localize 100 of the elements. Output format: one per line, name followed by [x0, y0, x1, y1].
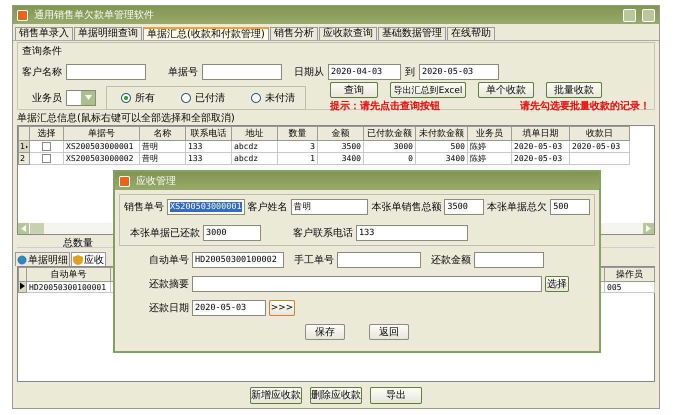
- table-cell: 2020-05-03: [512, 140, 570, 152]
- input-field[interactable]: HD20050300100002: [192, 252, 284, 268]
- table-cell: 133: [186, 152, 232, 164]
- tab[interactable]: 销售分析: [270, 27, 318, 40]
- table-cell: 陈婷: [468, 152, 512, 164]
- field-label: 本张单销售总额: [371, 200, 442, 214]
- table-cell: 3: [278, 140, 318, 152]
- tab[interactable]: 销售单录入: [15, 27, 73, 40]
- input-field[interactable]: [202, 64, 282, 80]
- row-checkbox[interactable]: [42, 142, 51, 151]
- table-cell: 3400: [416, 152, 468, 164]
- choose-button[interactable]: 选择: [545, 276, 569, 292]
- save-button[interactable]: 保存: [305, 324, 345, 340]
- table-cell: XS200503000001: [64, 140, 140, 152]
- app-icon: [17, 10, 28, 20]
- input-field[interactable]: 3500: [444, 199, 484, 215]
- column-header: 地址: [232, 126, 278, 140]
- export-button[interactable]: 导出汇总到Excel: [390, 82, 466, 98]
- table-cell: [570, 152, 630, 164]
- hint-text: 请先勾选要批量收款的记录！: [520, 100, 650, 113]
- field-label: 本张单据总欠: [487, 200, 548, 214]
- batch-receipt-button[interactable]: 批量收款: [546, 82, 602, 98]
- column-header: 自动单号: [26, 268, 110, 282]
- tab[interactable]: 应收款查询: [318, 27, 377, 40]
- input-field[interactable]: [474, 252, 544, 268]
- tab[interactable]: 在线帮助: [446, 27, 495, 40]
- back-button[interactable]: 返回: [369, 324, 409, 340]
- scroll-left-icon[interactable]: [18, 223, 29, 234]
- field-label: 销售单号: [124, 200, 164, 214]
- globe-icon: [17, 254, 27, 264]
- tab[interactable]: 应收: [71, 252, 106, 266]
- input-field[interactable]: 133: [356, 225, 468, 241]
- table-cell: 005: [604, 282, 654, 292]
- input-field[interactable]: 500: [550, 199, 590, 215]
- app-icon: [119, 176, 130, 186]
- tab[interactable]: 基础数据管理: [378, 27, 446, 40]
- date-button[interactable]: >>>: [269, 300, 295, 316]
- tab[interactable]: 单据明细: [15, 252, 70, 266]
- table-cell: 0: [364, 152, 416, 164]
- column-header: 数量: [278, 126, 318, 140]
- input-field[interactable]: XS200503000001: [167, 199, 245, 215]
- radio-option[interactable]: 未付清: [251, 90, 295, 104]
- action-button[interactable]: 新增应收款: [250, 386, 302, 404]
- maximize-button[interactable]: [642, 8, 655, 22]
- table-cell: HD20050300100001: [26, 282, 110, 292]
- field-label: 客户名称: [22, 66, 62, 79]
- field-label: 客户姓名: [248, 200, 288, 214]
- tab[interactable]: 单据明细查询: [74, 27, 142, 40]
- field-label: 还款金额: [431, 254, 471, 267]
- row-checkbox[interactable]: [42, 154, 51, 163]
- single-receipt-button[interactable]: 单个收款: [478, 82, 534, 98]
- dialog-title: 应收管理: [136, 174, 176, 188]
- input-field[interactable]: [66, 64, 146, 80]
- table-cell: abcdz: [232, 152, 278, 164]
- column-header: 联系电话: [186, 126, 232, 140]
- field-label: 手工单号: [294, 254, 334, 267]
- salesperson-dropdown[interactable]: [66, 90, 96, 106]
- input-field[interactable]: 2020-05-03: [419, 64, 499, 80]
- current-row-icon: [20, 282, 25, 290]
- minimize-button[interactable]: [623, 8, 636, 22]
- scroll-thumb[interactable]: [30, 223, 44, 234]
- input-field[interactable]: [337, 252, 421, 268]
- table-cell: 3000: [364, 140, 416, 152]
- field-label: 还款日期: [149, 302, 189, 315]
- table-cell: XS200503000002: [64, 152, 140, 164]
- input-field[interactable]: 3000: [203, 225, 261, 241]
- group-title: 单据汇总信息(鼠标右键可以全部选择和全部取消): [17, 112, 235, 125]
- input-field[interactable]: 2020-05-03: [192, 300, 266, 316]
- action-button[interactable]: 导出: [370, 386, 422, 404]
- query-button[interactable]: 查询: [330, 82, 378, 98]
- table-cell: 2020-05-03: [570, 140, 630, 152]
- row-number: 2: [20, 154, 26, 163]
- scroll-right-icon[interactable]: [643, 223, 654, 234]
- field-label: 还款摘要: [149, 278, 189, 291]
- column-header: 收款日: [570, 126, 630, 140]
- column-header: 操作员: [604, 268, 654, 282]
- input-field[interactable]: 昔明: [290, 199, 368, 215]
- table-cell: 3500: [318, 140, 364, 152]
- column-header: 业务员: [468, 126, 512, 140]
- field-label: 日期从: [294, 66, 324, 79]
- table-cell: 陈婷: [468, 140, 512, 152]
- radio-option[interactable]: 所有: [121, 90, 155, 104]
- table-cell: 500: [416, 140, 468, 152]
- row-number: 1: [20, 142, 26, 151]
- table-cell: 1: [278, 152, 318, 164]
- input-field[interactable]: [192, 276, 542, 292]
- column-header: 未付款金额: [416, 126, 468, 140]
- hint-text: 提示：请先点击查询按钮: [330, 100, 440, 113]
- column-header: 单据号: [64, 126, 140, 140]
- table-cell: 昔明: [140, 140, 186, 152]
- table-cell: 2020-05-03: [512, 152, 570, 164]
- action-button[interactable]: 删除应收款: [310, 386, 362, 404]
- field-label: 自动单号: [149, 254, 189, 267]
- column-header: 选择: [30, 126, 64, 140]
- radio-option[interactable]: 已付清: [181, 90, 225, 104]
- field-label: 业务员: [32, 92, 62, 104]
- total-label: 总数量: [63, 236, 93, 247]
- input-field[interactable]: 2020-04-03: [328, 64, 401, 80]
- tab[interactable]: 单据汇总(收款和付款管理): [143, 27, 269, 40]
- column-header: 填单日期: [512, 126, 570, 140]
